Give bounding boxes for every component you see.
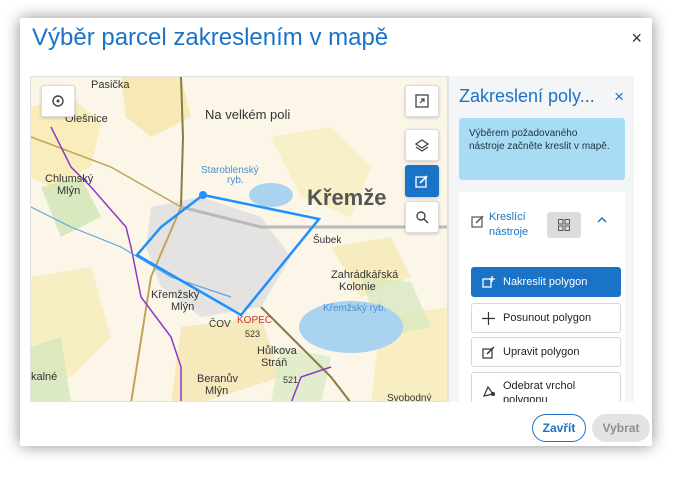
map-label-chlumsky: Chlumský [45,173,94,185]
map-label-hulkova: Hůlkova [257,345,297,357]
polygon-add-icon [482,275,495,288]
map-label-mlyn: Mlýn [57,185,81,197]
panel-title: Zakreslení poly... [459,86,595,106]
close-icon[interactable]: × [631,28,642,49]
map-label-kopec: KOPEC [237,315,273,326]
map-label-kremzsky: Křemžský [151,289,200,301]
dialog-title: Výběr parcel zakreslením v mapě [32,24,389,51]
map-label-523: 523 [245,329,261,339]
map-label-svobodny: Svobodný [387,393,432,402]
move-icon [482,311,495,325]
close-button[interactable]: Zavřít [532,414,586,442]
draw-icon [415,175,428,188]
map-label-kremze: Křemže [307,185,387,210]
info-message: Výběrem požadovaného nástroje začněte kr… [459,118,625,180]
layers-button[interactable] [405,129,439,161]
map-label-beranuv: Beranův [197,373,238,385]
rotate-reset-icon [52,95,64,107]
draw-panel: Zakreslení poly... × Výběrem požadovanéh… [448,76,634,402]
reset-rotation-button[interactable] [41,85,75,117]
grid-icon [558,219,570,231]
map-label-ryb: ryb. [227,175,244,186]
grid-toggle-button[interactable] [547,212,581,238]
select-button[interactable]: Vybrat [592,414,650,442]
map-label-stran: Stráň [261,357,288,369]
map-view[interactable]: Pasička Olešnice Na velkém poli Staroble… [30,76,448,402]
draw-button[interactable] [405,165,439,197]
edit-icon [482,346,495,359]
map-label-kolonie: Kolonie [339,281,376,293]
map-label-na-velkem-poli: Na velkém poli [205,107,291,122]
edit-polygon-label: Upravit polygon [503,346,580,358]
move-polygon-label: Posunout polygon [503,312,592,324]
remove-vertex-label: Odebrat vrchol polygonu [503,380,576,402]
drawing-tools-card: Kreslící nástroje Nakreslit polygon Posu… [459,192,625,402]
remove-vertex-icon [482,385,495,397]
search-icon [416,211,429,224]
map-label-mlyn-2: Mlýn [171,301,195,313]
map-label-subek: Šubek [313,235,342,246]
map-label-521: 521 [283,375,299,385]
layers-icon [415,139,429,152]
dialog: Výběr parcel zakreslením v mapě × Pasičk… [20,18,652,446]
drawing-tools-label[interactable]: Kreslící nástroje [489,210,528,240]
panel-close-icon[interactable]: × [614,87,624,107]
expand-icon [415,94,429,108]
search-button[interactable] [405,201,439,233]
fullscreen-button[interactable] [405,85,439,117]
remove-vertex-button[interactable]: Odebrat vrchol polygonu [471,372,621,402]
edit-polygon-button[interactable]: Upravit polygon [471,337,621,367]
draw-polygon-button[interactable]: Nakreslit polygon [471,267,621,297]
map-label-mlyn-3: Mlýn [205,385,229,397]
map-label-kremzsky-ryb: Křemžský ryb. [323,303,387,314]
move-polygon-button[interactable]: Posunout polygon [471,303,621,333]
map-label-zahradkarska: Zahrádkářská [331,269,399,281]
map-label-pasicka: Pasička [91,79,130,91]
draw-polygon-label: Nakreslit polygon [503,276,588,288]
pencil-icon [471,215,484,228]
map-label-cov: ČOV [209,319,231,330]
chevron-up-icon[interactable] [597,216,607,224]
map-label-kalne: kalné [31,371,58,383]
map-base [31,77,447,401]
